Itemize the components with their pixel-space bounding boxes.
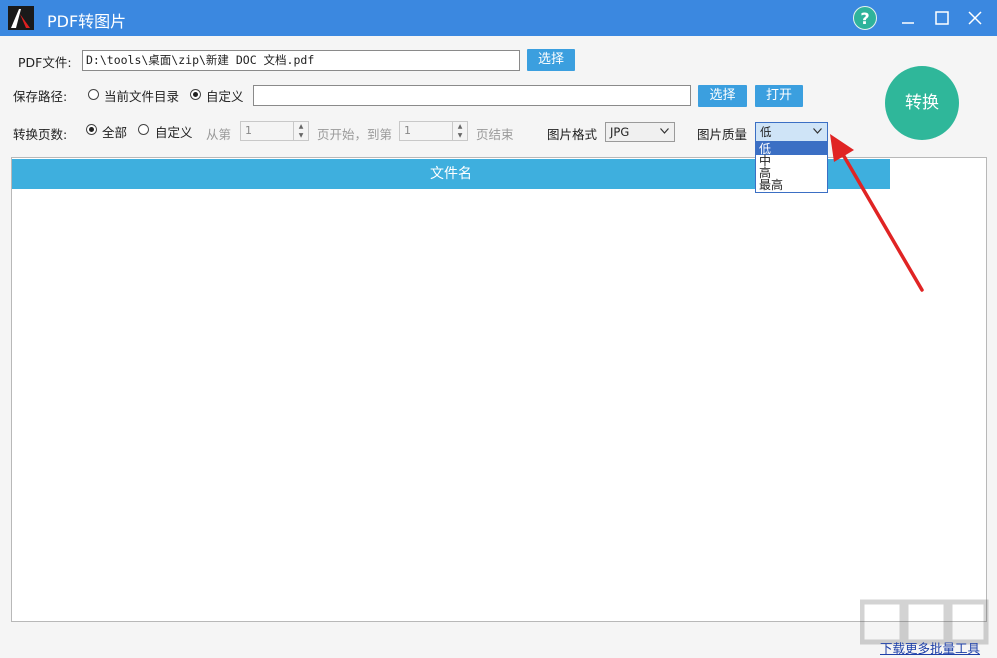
pages-all-radio[interactable] [86, 124, 97, 135]
save-choose-button[interactable]: 选择 [698, 85, 747, 107]
maximize-icon[interactable] [930, 6, 954, 30]
save-current-dir-radio[interactable] [88, 89, 99, 100]
app-logo-icon [8, 6, 34, 30]
page-end-label: 页结束 [476, 127, 514, 142]
pdf-file-input[interactable]: D:\tools\桌面\zip\新建 DOC 文档.pdf [82, 50, 520, 71]
from-page-stepper[interactable]: 1 ▲ ▼ [240, 121, 309, 141]
help-button[interactable]: ? [853, 6, 877, 30]
to-page-spin-arrows[interactable]: ▲ ▼ [452, 122, 467, 140]
annotation-arrow-icon [830, 134, 924, 292]
close-icon[interactable] [963, 6, 987, 30]
pages-all-label: 全部 [102, 125, 128, 140]
chevron-down-icon [660, 128, 669, 134]
app-title: PDF转图片 [47, 12, 127, 31]
pdf-choose-button[interactable]: 选择 [527, 49, 575, 71]
from-page-spin-arrows[interactable]: ▲ ▼ [293, 122, 308, 140]
page-range-label: 转换页数: [13, 127, 68, 142]
pages-custom-radio[interactable] [138, 124, 149, 135]
image-quality-value: 低 [760, 125, 772, 139]
title-bar: PDF转图片 ? [0, 0, 997, 36]
image-format-select[interactable]: JPG [605, 122, 675, 142]
image-quality-dropdown[interactable]: 低 中 高 最高 [755, 142, 828, 193]
quality-option-highest[interactable]: 最高 [756, 179, 827, 191]
save-path-label: 保存路径: [13, 89, 68, 104]
minimize-icon[interactable] [896, 6, 920, 30]
from-page-value: 1 [245, 124, 252, 137]
save-custom-label: 自定义 [206, 89, 244, 104]
save-path-input[interactable] [253, 85, 691, 106]
download-more-tools-link[interactable]: 下载更多批量工具 [880, 638, 980, 657]
pages-custom-label: 自定义 [155, 125, 193, 140]
save-current-dir-label: 当前文件目录 [104, 89, 180, 104]
from-page-label: 从第 [206, 127, 232, 142]
convert-button[interactable]: 转换 [885, 66, 959, 140]
to-page-stepper[interactable]: 1 ▲ ▼ [399, 121, 468, 141]
image-format-value: JPG [610, 125, 630, 139]
image-quality-select[interactable]: 低 [755, 122, 828, 142]
image-quality-label: 图片质量 [697, 127, 748, 142]
to-page-value: 1 [404, 124, 411, 137]
open-folder-button[interactable]: 打开 [755, 85, 803, 107]
page-start-to-label: 页开始，到第 [317, 127, 393, 142]
pdf-file-label: PDF文件: [18, 55, 72, 70]
image-format-label: 图片格式 [547, 127, 598, 142]
save-custom-radio[interactable] [190, 89, 201, 100]
